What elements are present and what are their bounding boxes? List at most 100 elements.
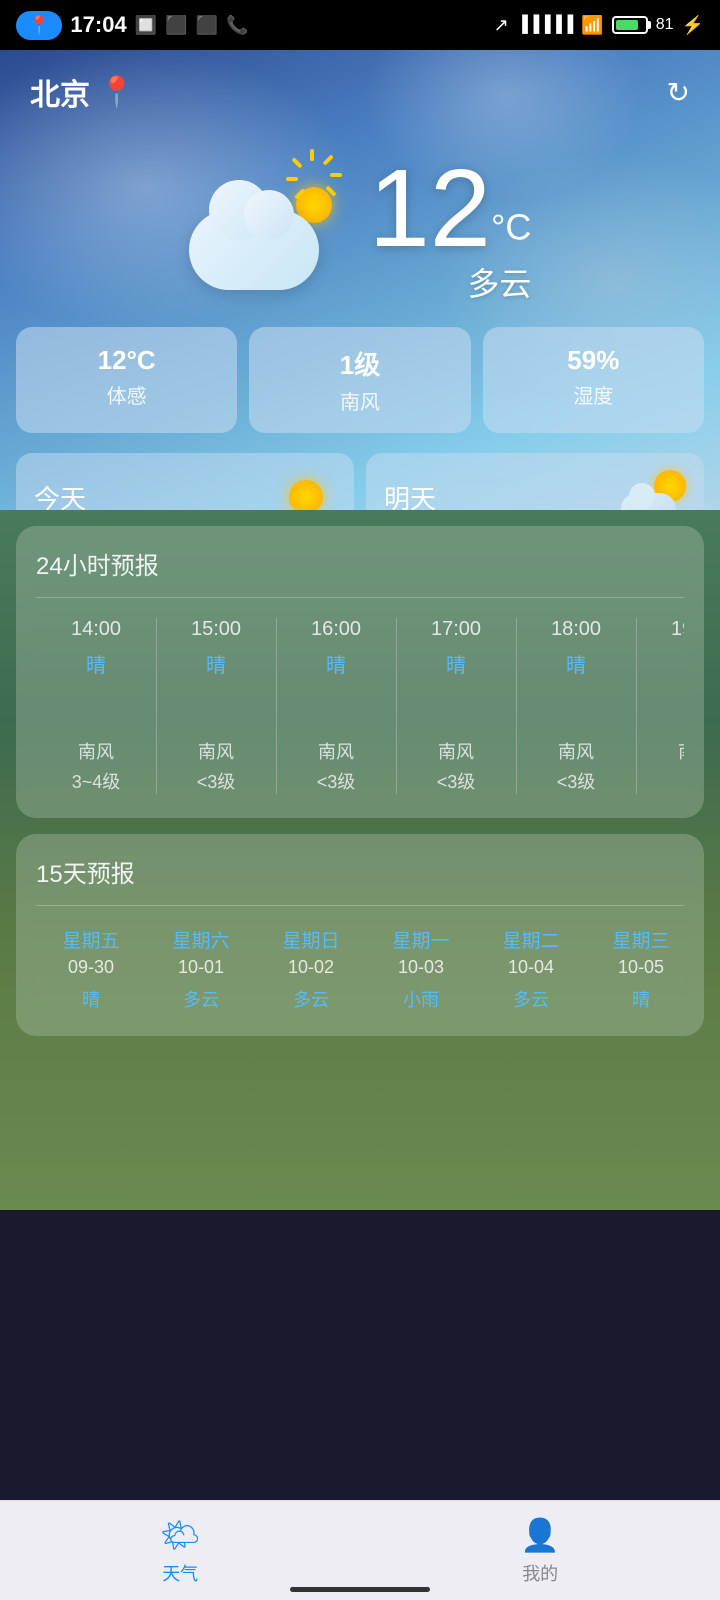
cond-1: 多云 [146, 986, 256, 1012]
day-item-5: 星期三 10-05 晴 [586, 926, 684, 1012]
wind-card: 1级 南风 [249, 327, 470, 433]
charging-icon: ⚡ [682, 15, 704, 36]
hourly-weather-5: 晴 [636, 649, 684, 678]
weekday-5: 星期三 [586, 926, 684, 953]
wifi-icon: 📶 [581, 15, 603, 36]
city-name-text: 北京 [30, 70, 90, 114]
cond-0: 晴 [36, 986, 146, 1012]
mine-nav-icon: 👤 [520, 1516, 560, 1554]
battery-level: 81 [656, 16, 674, 34]
humidity-card: 59% 湿度 [483, 327, 704, 433]
date-5: 10-05 [586, 957, 684, 978]
cond-5: 晴 [586, 986, 684, 1012]
nav-weather[interactable]: 🌤 天气 [160, 1516, 201, 1586]
info-cards-row: 12°C 体感 1级 南风 59% 湿度 [0, 315, 720, 445]
hourly-item-2: 16:00 晴 南风 <3级 [276, 618, 396, 794]
weekday-3: 星期一 [366, 926, 476, 953]
weekday-0: 星期五 [36, 926, 146, 953]
day-forecast-row: 今天 30~19° 晴 明天 29~20° [0, 445, 720, 510]
forecast15-card: 15天预报 星期五 09-30 晴 星期六 10-01 多云 星期日 10-02… [16, 834, 704, 1036]
hourly-scroll[interactable]: 14:00 晴 南风 3~4级 15:00 晴 南风 <3级 16:00 晴 南… [36, 618, 684, 794]
nav-mine[interactable]: 👤 我的 [520, 1516, 560, 1586]
bottom-navigation: 🌤 天气 👤 我的 [0, 1500, 720, 1600]
hourly-time-1: 15:00 [156, 618, 276, 641]
tomorrow-info: 明天 29~20° [384, 479, 461, 511]
weather-nav-label: 天气 [162, 1560, 198, 1586]
location-pill: 📍 [16, 11, 62, 40]
app-icon-1: ⬛ [165, 15, 187, 36]
hourly-level-3: <3级 [396, 768, 516, 794]
app-icon-2: ⬛ [196, 15, 218, 36]
sun-ray-5 [314, 193, 318, 205]
hourly-row: 14:00 晴 南风 3~4级 15:00 晴 南风 <3级 16:00 晴 南… [36, 618, 684, 794]
status-time: 17:04 [70, 12, 126, 38]
hourly-wind-5: 南风 [636, 738, 684, 764]
hourly-weather-1: 晴 [156, 649, 276, 678]
battery-indicator [612, 16, 648, 34]
date-2: 10-02 [256, 957, 366, 978]
hourly-weather-0: 晴 [36, 649, 156, 678]
day-item-1: 星期六 10-01 多云 [146, 926, 256, 1012]
tomorrow-label: 明天 [384, 479, 461, 511]
weather-hero: 12°C 多云 [0, 134, 720, 315]
day-item-3: 星期一 10-03 小雨 [366, 926, 476, 1012]
wind-label: 南风 [259, 386, 460, 415]
hourly-wind-4: 南风 [516, 738, 636, 764]
cloud-main [189, 210, 319, 290]
hourly-item-5: 19:00 晴 南风 < [636, 618, 684, 794]
tomorrow-weather-icon [621, 470, 686, 511]
hourly-level-0: 3~4级 [36, 768, 156, 794]
phone-icon: 📞 [226, 15, 248, 36]
location-icon: 📍 [28, 15, 50, 36]
hourly-weather-2: 晴 [276, 649, 396, 678]
today-weather-icon [276, 467, 336, 510]
days-row[interactable]: 星期五 09-30 晴 星期六 10-01 多云 星期日 10-02 多云 星期… [36, 926, 684, 1012]
pin-icon: 📍 [98, 75, 135, 110]
day-item-4: 星期二 10-04 多云 [476, 926, 586, 1012]
hourly-wind-2: 南风 [276, 738, 396, 764]
date-0: 09-30 [36, 957, 146, 978]
city-display: 北京 📍 [30, 70, 135, 114]
sun-ray-2 [322, 154, 333, 165]
humidity-label: 湿度 [493, 380, 694, 409]
sun-ray-3 [330, 173, 342, 177]
weather-nav-icon: 🌤 [160, 1516, 201, 1554]
feels-like-value: 12°C [26, 345, 227, 376]
hourly-weather-3: 晴 [396, 649, 516, 678]
hourly-weather-4: 晴 [516, 649, 636, 678]
forecast15-divider [36, 905, 684, 906]
feels-like-label: 体感 [26, 380, 227, 409]
mine-nav-label: 我的 [522, 1560, 558, 1586]
hourly-forecast-title: 24小时预报 [36, 546, 684, 581]
content-area: 24小时预报 14:00 晴 南风 3~4级 15:00 晴 南风 <3级 16… [0, 510, 720, 1210]
hourly-divider [36, 597, 684, 598]
day-item-2: 星期日 10-02 多云 [256, 926, 366, 1012]
weekday-4: 星期二 [476, 926, 586, 953]
hourly-item-0: 14:00 晴 南风 3~4级 [36, 618, 156, 794]
hourly-time-5: 19:00 [636, 618, 684, 641]
sun-ray-8 [291, 157, 302, 168]
today-card: 今天 30~19° 晴 [16, 453, 354, 510]
cond-2: 多云 [256, 986, 366, 1012]
location-arrow-icon: ↗ [494, 15, 509, 36]
bottom-spacer [16, 1036, 704, 1156]
hourly-item-4: 18:00 晴 南风 <3级 [516, 618, 636, 794]
hourly-wind-3: 南风 [396, 738, 516, 764]
hourly-time-3: 17:00 [396, 618, 516, 641]
sim-icon: 🔲 [135, 15, 157, 36]
forecast15-title: 15天预报 [36, 854, 684, 889]
status-left: 📍 17:04 🔲 ⬛ ⬛ 📞 [16, 11, 248, 40]
sun-ray-1 [310, 149, 314, 161]
refresh-button[interactable]: ↻ [667, 76, 690, 109]
temperature-unit: °C [491, 207, 531, 248]
weather-header: 北京 📍 ↻ [0, 50, 720, 134]
status-bar: 📍 17:04 🔲 ⬛ ⬛ 📞 ↗ ▐▐▐▐▐ 📶 81 ⚡ [0, 0, 720, 50]
cond-3: 小雨 [366, 986, 476, 1012]
hourly-time-0: 14:00 [36, 618, 156, 641]
hourly-wind-1: 南风 [156, 738, 276, 764]
weather-main-area: 北京 📍 ↻ 12°C 多云 [0, 50, 720, 510]
hourly-wind-0: 南风 [36, 738, 156, 764]
today-label: 今天 [34, 479, 111, 511]
date-4: 10-04 [476, 957, 586, 978]
status-right: ↗ ▐▐▐▐▐ 📶 81 ⚡ [494, 15, 704, 36]
